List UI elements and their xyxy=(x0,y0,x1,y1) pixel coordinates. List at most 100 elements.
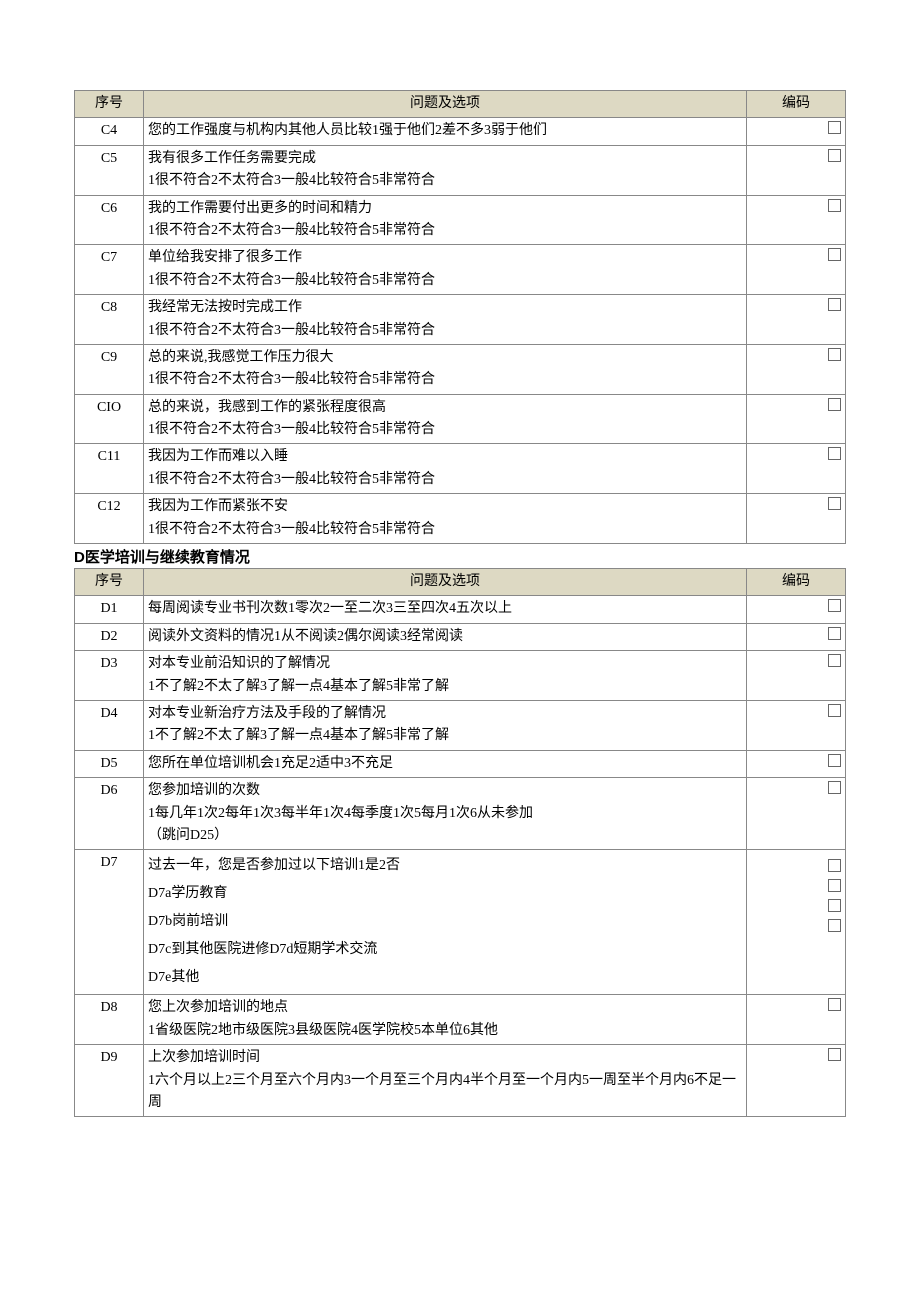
checkbox-icon[interactable] xyxy=(828,199,841,212)
checkbox-icon[interactable] xyxy=(828,149,841,162)
table-header-row: 序号 问题及选项 编码 xyxy=(75,569,846,596)
questionnaire-table-d: 序号 问题及选项 编码 D1每周阅读专业书刊次数1零次2一至二次3三至四次4五次… xyxy=(74,568,846,1117)
table-row: C12我因为工作而紧张不安1很不符合2不太符合3一般4比较符合5非常符合 xyxy=(75,494,846,544)
row-code xyxy=(747,850,846,995)
question-line: 您所在单位培训机会1充足2适中3不充足 xyxy=(148,753,742,775)
checkbox-icon[interactable] xyxy=(828,859,841,872)
row-seq: C12 xyxy=(75,494,144,544)
row-question: 您所在单位培训机会1充足2适中3不充足 xyxy=(144,750,747,777)
question-line: 您参加培训的次数 xyxy=(148,780,742,802)
checkbox-icon[interactable] xyxy=(828,1048,841,1061)
row-question: 您参加培训的次数1每几年1次2每年1次3每半年1次4每季度1次5每月1次6从未参… xyxy=(144,778,747,850)
question-line: 1很不符合2不太符合3一般4比较符合5非常符合 xyxy=(148,220,742,242)
row-seq: C11 xyxy=(75,444,144,494)
checkbox-icon[interactable] xyxy=(828,919,841,932)
checkbox-icon[interactable] xyxy=(828,654,841,667)
question-line: 1很不符合2不太符合3一般4比较符合5非常符合 xyxy=(148,519,742,541)
checkbox-icon[interactable] xyxy=(828,248,841,261)
checkbox-icon[interactable] xyxy=(828,298,841,311)
table-row: D7过去一年，您是否参加过以下培训1是2否D7a学历教育D7b岗前培训D7c到其… xyxy=(75,850,846,995)
question-line: 1不了解2不太了解3了解一点4基本了解5非常了解 xyxy=(148,676,742,698)
table-row: D8您上次参加培训的地点1省级医院2地市级医院3县级医院4医学院校5本单位6其他 xyxy=(75,995,846,1045)
row-question: 上次参加培训时间1六个月以上2三个月至六个月内3一个月至三个月内4半个月至一个月… xyxy=(144,1045,747,1117)
row-code xyxy=(747,295,846,345)
checkbox-icon[interactable] xyxy=(828,704,841,717)
row-question: 我因为工作而紧张不安1很不符合2不太符合3一般4比较符合5非常符合 xyxy=(144,494,747,544)
question-line: D7b岗前培训 xyxy=(148,908,742,936)
table-row: D5您所在单位培训机会1充足2适中3不充足 xyxy=(75,750,846,777)
checkbox-icon[interactable] xyxy=(828,781,841,794)
section-d-title: D医学培训与继续教育情况 xyxy=(74,546,846,567)
row-seq: D6 xyxy=(75,778,144,850)
question-line: 1很不符合2不太符合3一般4比较符合5非常符合 xyxy=(148,270,742,292)
question-line: 总的来说,我感觉工作压力很大 xyxy=(148,347,742,369)
table-row: D6您参加培训的次数1每几年1次2每年1次3每半年1次4每季度1次5每月1次6从… xyxy=(75,778,846,850)
row-code xyxy=(747,195,846,245)
checkbox-icon[interactable] xyxy=(828,627,841,640)
row-seq: D8 xyxy=(75,995,144,1045)
table-row: C11我因为工作而难以入睡1很不符合2不太符合3一般4比较符合5非常符合 xyxy=(75,444,846,494)
question-line: 1省级医院2地市级医院3县级医院4医学院校5本单位6其他 xyxy=(148,1020,742,1042)
checkbox-icon[interactable] xyxy=(828,447,841,460)
header-code: 编码 xyxy=(747,91,846,118)
checkbox-icon[interactable] xyxy=(828,754,841,767)
row-seq: C6 xyxy=(75,195,144,245)
row-seq: D3 xyxy=(75,651,144,701)
row-seq: D1 xyxy=(75,596,144,623)
row-seq: D4 xyxy=(75,700,144,750)
question-line: 每周阅读专业书刊次数1零次2一至二次3三至四次4五次以上 xyxy=(148,598,742,620)
table-row: C8我经常无法按时完成工作1很不符合2不太符合3一般4比较符合5非常符合 xyxy=(75,295,846,345)
question-line: 1六个月以上2三个月至六个月内3一个月至三个月内4半个月至一个月内5一周至半个月… xyxy=(148,1070,742,1115)
row-code xyxy=(747,444,846,494)
row-code xyxy=(747,995,846,1045)
row-seq: C5 xyxy=(75,145,144,195)
table-row: D1每周阅读专业书刊次数1零次2一至二次3三至四次4五次以上 xyxy=(75,596,846,623)
question-line: 我有很多工作任务需要完成 xyxy=(148,148,742,170)
checkbox-icon[interactable] xyxy=(828,879,841,892)
checkbox-icon[interactable] xyxy=(828,497,841,510)
checkbox-icon[interactable] xyxy=(828,998,841,1011)
row-question: 每周阅读专业书刊次数1零次2一至二次3三至四次4五次以上 xyxy=(144,596,747,623)
question-line: （跳问D25） xyxy=(148,825,742,847)
row-code xyxy=(747,394,846,444)
question-line: 1很不符合2不太符合3一般4比较符合5非常符合 xyxy=(148,170,742,192)
question-line: 我因为工作而紧张不安 xyxy=(148,496,742,518)
question-line: 1不了解2不太了解3了解一点4基本了解5非常了解 xyxy=(148,725,742,747)
question-line: D7a学历教育 xyxy=(148,880,742,908)
header-question: 问题及选项 xyxy=(144,91,747,118)
question-line: 1很不符合2不太符合3一般4比较符合5非常符合 xyxy=(148,320,742,342)
row-code xyxy=(747,344,846,394)
question-line: 1每几年1次2每年1次3每半年1次4每季度1次5每月1次6从未参加 xyxy=(148,803,742,825)
checkbox-icon[interactable] xyxy=(828,348,841,361)
question-line: 过去一年，您是否参加过以下培训1是2否 xyxy=(148,852,742,880)
row-code xyxy=(747,596,846,623)
table-row: C6我的工作需要付出更多的时间和精力1很不符合2不太符合3一般4比较符合5非常符… xyxy=(75,195,846,245)
table-row: D9上次参加培训时间1六个月以上2三个月至六个月内3一个月至三个月内4半个月至一… xyxy=(75,1045,846,1117)
row-question: 阅读外文资料的情况1从不阅读2偶尔阅读3经常阅读 xyxy=(144,623,747,650)
table-header-row: 序号 问题及选项 编码 xyxy=(75,91,846,118)
question-line: 总的来说，我感到工作的紧张程度很高 xyxy=(148,397,742,419)
checkbox-icon[interactable] xyxy=(828,599,841,612)
row-question: 单位给我安排了很多工作1很不符合2不太符合3一般4比较符合5非常符合 xyxy=(144,245,747,295)
checkbox-icon[interactable] xyxy=(828,398,841,411)
row-seq: D7 xyxy=(75,850,144,995)
table-row: D2阅读外文资料的情况1从不阅读2偶尔阅读3经常阅读 xyxy=(75,623,846,650)
table-row: C7单位给我安排了很多工作1很不符合2不太符合3一般4比较符合5非常符合 xyxy=(75,245,846,295)
row-code xyxy=(747,145,846,195)
question-line: D7c到其他医院进修D7d短期学术交流 xyxy=(148,936,742,964)
row-question: 您上次参加培训的地点1省级医院2地市级医院3县级医院4医学院校5本单位6其他 xyxy=(144,995,747,1045)
table-row: C4您的工作强度与机构内其他人员比较1强于他们2差不多3弱于他们 xyxy=(75,118,846,145)
question-line: 我经常无法按时完成工作 xyxy=(148,297,742,319)
row-question: 总的来说，我感到工作的紧张程度很高1很不符合2不太符合3一般4比较符合5非常符合 xyxy=(144,394,747,444)
table-row: C5我有很多工作任务需要完成1很不符合2不太符合3一般4比较符合5非常符合 xyxy=(75,145,846,195)
row-code xyxy=(747,118,846,145)
row-seq: D9 xyxy=(75,1045,144,1117)
row-code xyxy=(747,700,846,750)
header-code: 编码 xyxy=(747,569,846,596)
question-line: 您上次参加培训的地点 xyxy=(148,997,742,1019)
table-row: C9总的来说,我感觉工作压力很大1很不符合2不太符合3一般4比较符合5非常符合 xyxy=(75,344,846,394)
checkbox-icon[interactable] xyxy=(828,121,841,134)
checkbox-icon[interactable] xyxy=(828,899,841,912)
row-seq: C7 xyxy=(75,245,144,295)
question-line: 1很不符合2不太符合3一般4比较符合5非常符合 xyxy=(148,369,742,391)
